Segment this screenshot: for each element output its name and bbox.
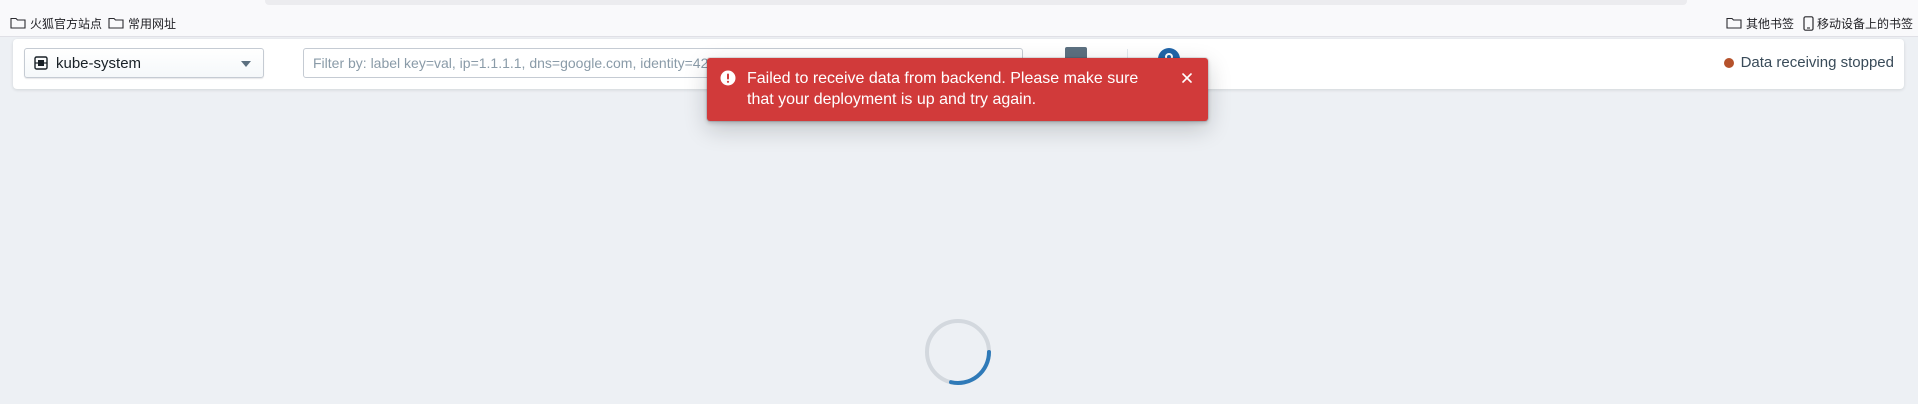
- mobile-device-icon: [1803, 15, 1814, 31]
- folder-icon: [1726, 17, 1742, 29]
- bookmark-label: 其他书签: [1746, 16, 1795, 31]
- bookmark-label: 火狐官方站点: [30, 16, 103, 31]
- folder-icon: [108, 17, 124, 29]
- bookmark-label: 移动设备上的书签: [1817, 16, 1914, 31]
- connection-status: Data receiving stopped: [1723, 54, 1894, 71]
- error-toast: Failed to receive data from backend. Ple…: [707, 58, 1208, 121]
- bookmark-label: 常用网址: [128, 16, 177, 31]
- toast-message: Failed to receive data from backend. Ple…: [747, 70, 1139, 108]
- caret-down-icon: [241, 61, 251, 67]
- status-dot-icon: [1723, 57, 1734, 68]
- bookmark-folder-firefox-sites[interactable]: 火狐官方站点: [10, 14, 102, 32]
- spinner-icon: [925, 319, 991, 385]
- bookmark-folder-mobile[interactable]: 移动设备上的书签: [1803, 14, 1913, 32]
- bookmark-folder-other[interactable]: 其他书签: [1726, 14, 1794, 32]
- status-text: Data receiving stopped: [1740, 54, 1894, 71]
- warning-sign-icon: [720, 70, 736, 86]
- bookmark-folder-common-sites[interactable]: 常用网址: [108, 14, 176, 32]
- folder-icon: [10, 17, 26, 29]
- namespace-select[interactable]: kube-system: [24, 48, 264, 78]
- namespace-value: kube-system: [56, 54, 142, 72]
- cube-icon: [34, 56, 48, 70]
- tab-strip-edge: [265, 0, 1687, 5]
- close-icon[interactable]: [1178, 69, 1196, 87]
- bookmarks-toolbar: 火狐官方站点 常用网址 其他书签 移动设备上的书签: [0, 0, 1918, 37]
